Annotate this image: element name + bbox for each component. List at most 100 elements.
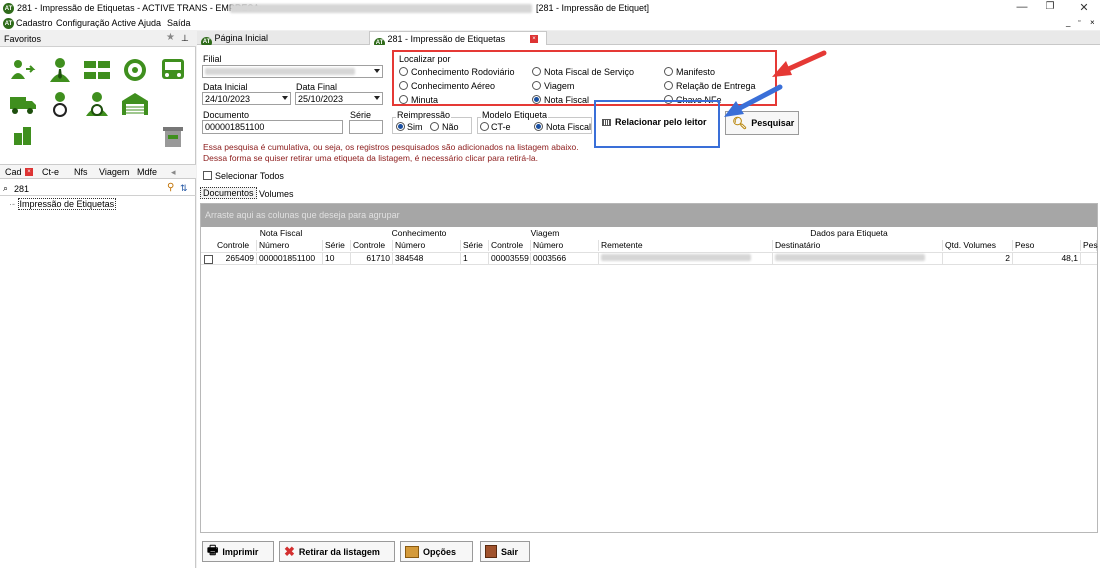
tab-nfs[interactable]: Nfs <box>74 167 88 177</box>
modelo-etiqueta-group: Modelo Etiqueta CT-e Nota Fiscal <box>477 110 592 134</box>
driver-icon[interactable] <box>45 91 75 117</box>
close-tab-icon[interactable]: × <box>530 35 538 43</box>
warehouse-icon[interactable] <box>120 91 150 117</box>
modelo-nf-radio[interactable] <box>534 122 543 131</box>
redacted-company-name <box>230 4 532 13</box>
menu-cadastro[interactable]: Cadastro <box>16 18 53 28</box>
column-header[interactable]: Controle <box>489 240 531 251</box>
column-header[interactable]: Destinatário <box>773 240 943 251</box>
localizar-radio-7[interactable] <box>532 95 541 104</box>
tab-documentos[interactable]: Documentos <box>200 187 257 199</box>
reimpressao-nao-radio[interactable] <box>430 122 439 131</box>
imprimir-button[interactable]: 🖶 Imprimir <box>202 541 274 562</box>
localizar-radio-0[interactable] <box>399 67 408 76</box>
steering-wheel-icon[interactable] <box>120 57 150 83</box>
column-header[interactable]: Série <box>323 240 351 251</box>
sair-button[interactable]: Sair <box>480 541 530 562</box>
column-header[interactable]: Série <box>461 240 489 251</box>
tab-cte[interactable]: Ct-e <box>42 167 59 177</box>
close-window-icon[interactable]: ✕ <box>1074 1 1094 14</box>
column-header[interactable]: Qtd. Volumes <box>943 240 1013 251</box>
column-header[interactable]: Número <box>393 240 461 251</box>
driver-wheel-icon[interactable] <box>82 91 112 117</box>
bin-icon[interactable] <box>158 123 188 149</box>
bus-icon[interactable] <box>158 57 188 83</box>
mdi-restore-icon[interactable]: ▫ <box>1078 18 1080 25</box>
reimpressao-nao-label: Não <box>442 122 459 132</box>
data-inicial-label: Data Inicial <box>203 82 248 92</box>
menu-bar: AT Cadastro Configuração Active Ajuda Sa… <box>0 17 1100 30</box>
modelo-etiqueta-title: Modelo Etiqueta <box>481 110 549 120</box>
column-header[interactable]: Peso <box>1013 240 1081 251</box>
tab-pagina-inicial[interactable]: AT Página Inicial <box>197 31 367 48</box>
localizar-radio-2[interactable] <box>664 67 673 76</box>
redacted-remetente <box>601 254 751 261</box>
localizar-radio-6[interactable] <box>399 95 408 104</box>
menu-saida[interactable]: Saída <box>167 18 191 28</box>
serie-label: Série <box>350 110 372 120</box>
mdi-close-icon[interactable]: × <box>1090 18 1095 27</box>
data-inicial-value: 24/10/2023 <box>205 94 251 104</box>
column-header[interactable]: Remetente <box>599 240 773 251</box>
column-header[interactable]: Controle <box>351 240 393 251</box>
tab-impressao-etiquetas[interactable]: AT 281 - Impressão de Etiquetas × <box>369 31 547 49</box>
search-input[interactable]: 281 <box>14 184 29 194</box>
selecionar-todos-checkbox[interactable] <box>203 171 212 180</box>
restore-icon[interactable]: ❐ <box>1040 1 1060 12</box>
star-icon[interactable]: ★ <box>166 32 175 43</box>
menu-configuracao[interactable]: Configuração Active <box>56 18 136 28</box>
tab-cad[interactable]: Cad <box>5 167 22 177</box>
column-header[interactable]: Número <box>531 240 599 251</box>
documento-input[interactable]: 000001851100 <box>202 120 343 134</box>
localizar-radio-1[interactable] <box>532 67 541 76</box>
tab-volumes[interactable]: Volumes <box>259 189 294 199</box>
truck-icon[interactable] <box>8 91 38 117</box>
minimize-icon[interactable]: — <box>1012 1 1032 13</box>
relacionar-pelo-leitor-button[interactable]: Relacionar pelo leitor <box>599 111 717 133</box>
boxes-icon[interactable] <box>8 123 38 149</box>
relacionar-label: Relacionar pelo leitor <box>615 117 707 127</box>
cell-ct-serie: 1 <box>461 253 489 264</box>
mdi-minimize-icon[interactable]: _ <box>1066 18 1070 27</box>
tree-item-impressao[interactable]: Impressão de Etiquetas <box>17 198 117 210</box>
clear-filter-icon[interactable]: ⚲ <box>167 182 174 193</box>
options-box-icon <box>405 545 419 558</box>
opcoes-label: Opções <box>423 546 457 557</box>
localizar-radio-4[interactable] <box>532 81 541 90</box>
tab-mdfe[interactable]: Mdfe <box>137 167 157 177</box>
window-title: 281 - Impressão de Etiquetas - ACTIVE TR… <box>17 3 262 13</box>
menu-ajuda[interactable]: Ajuda <box>138 18 161 28</box>
column-header[interactable]: Controle <box>215 240 257 251</box>
redacted-filial <box>205 68 355 75</box>
cell-ct-controle: 61710 <box>351 253 393 264</box>
colgroup-viagem: Viagem <box>530 228 560 238</box>
reimpressao-sim-label: Sim <box>407 122 423 132</box>
data-inicial-field[interactable]: 24/10/2023 <box>202 92 291 105</box>
column-header[interactable]: Pes <box>1081 240 1098 251</box>
trucks-fleet-icon[interactable] <box>82 57 112 83</box>
localizar-option-label: Conhecimento Aéreo <box>411 81 496 91</box>
modelo-cte-radio[interactable] <box>480 122 489 131</box>
tree-item-row: ·- Impressão de Etiquetas <box>9 198 117 210</box>
red-arrow-annotation <box>772 50 827 77</box>
localizar-radio-5[interactable] <box>664 81 673 90</box>
retirar-da-listagem-button[interactable]: ✖ Retirar da listagem <box>279 541 395 562</box>
row-checkbox[interactable] <box>204 255 213 264</box>
filial-select[interactable] <box>202 65 383 78</box>
documents-grid: Arraste aqui as colunas que deseja para … <box>200 203 1098 533</box>
retirar-label: Retirar da listagem <box>298 546 380 557</box>
reimpressao-sim-radio[interactable] <box>396 122 405 131</box>
tab-viagem[interactable]: Viagem <box>99 167 129 177</box>
person-arrow-icon[interactable] <box>8 57 38 83</box>
localizar-radio-3[interactable] <box>399 81 408 90</box>
person-tie-icon[interactable] <box>45 57 75 83</box>
sort-icon[interactable]: ⇅ <box>180 183 188 194</box>
group-by-bar[interactable]: Arraste aqui as colunas que deseja para … <box>201 204 1097 227</box>
opcoes-button[interactable]: Opções <box>400 541 473 562</box>
serie-input[interactable] <box>349 120 383 134</box>
data-final-field[interactable]: 25/10/2023 <box>295 92 383 105</box>
column-header[interactable]: Número <box>257 240 323 251</box>
pin-icon[interactable]: ⊥ <box>181 33 189 44</box>
close-tab-icon[interactable]: × <box>25 168 33 176</box>
scroll-left-icon[interactable]: ◂ <box>171 167 176 178</box>
